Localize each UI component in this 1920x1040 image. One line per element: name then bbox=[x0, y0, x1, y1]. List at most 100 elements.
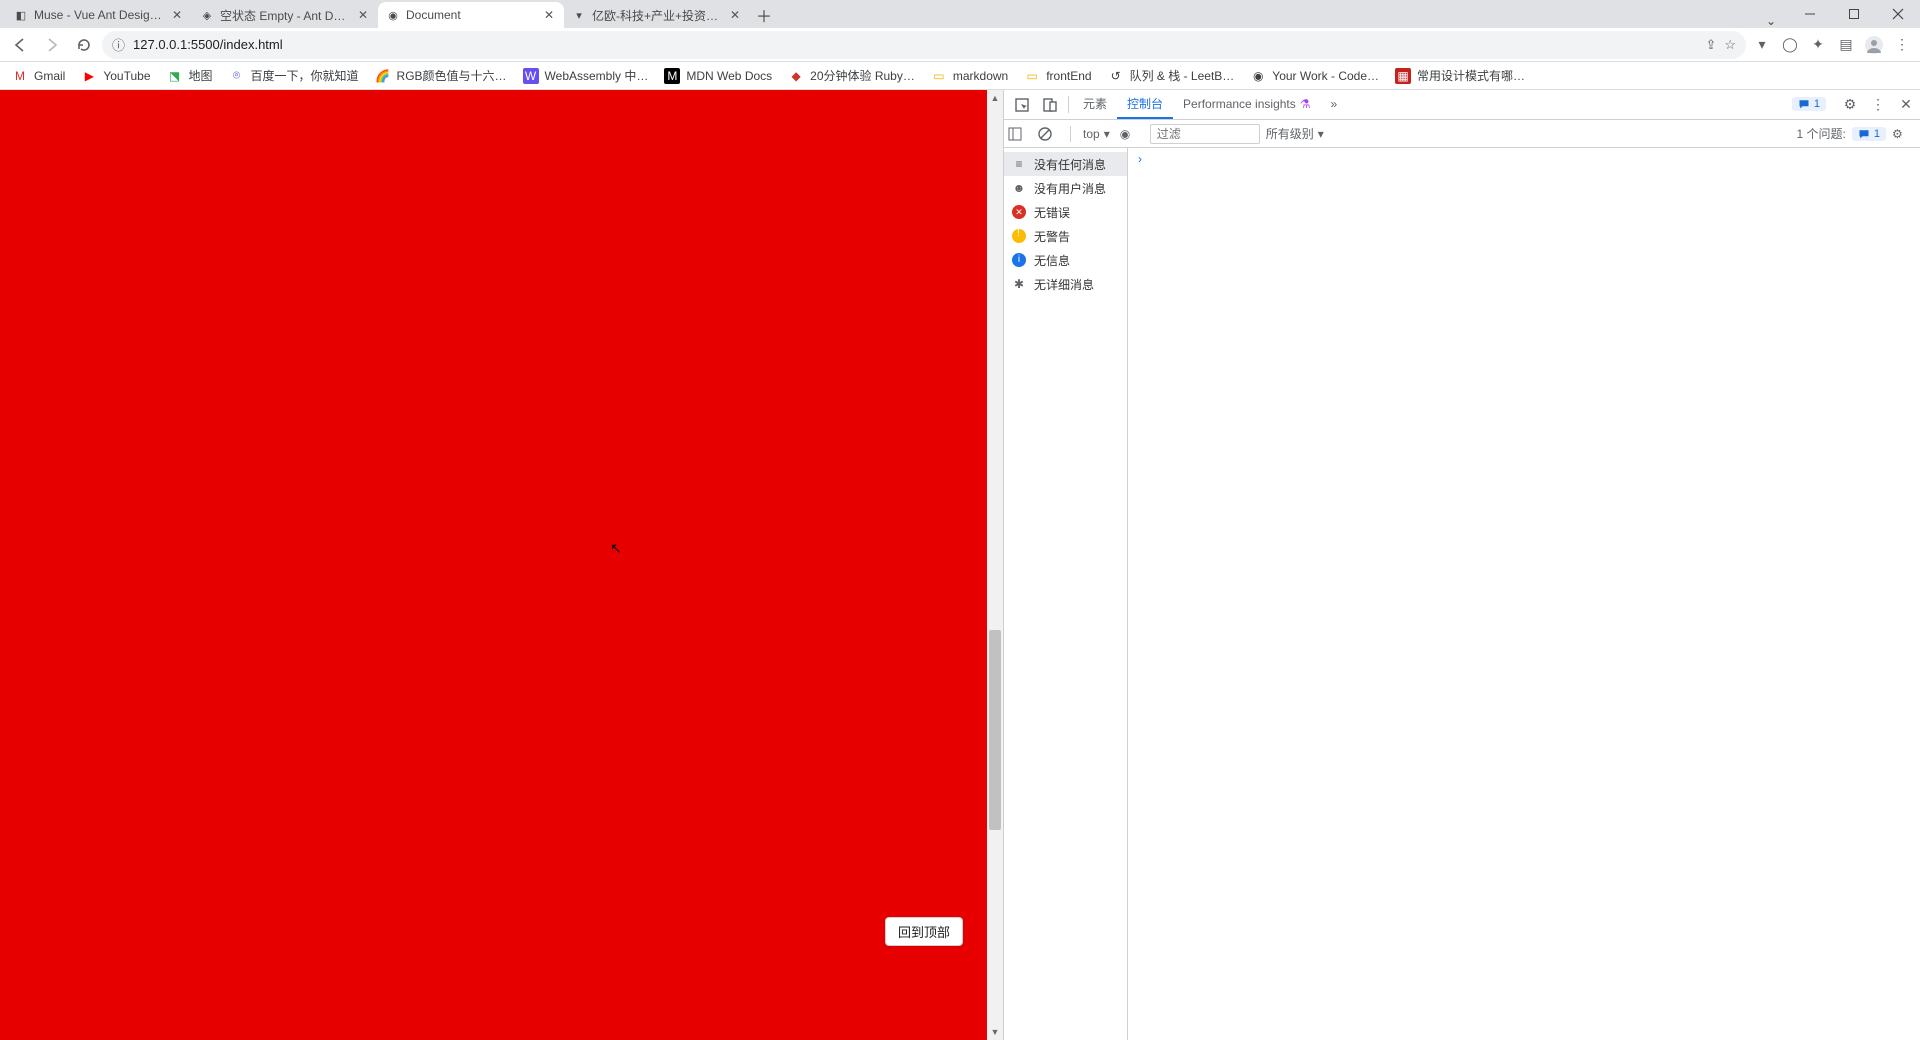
divider bbox=[1070, 126, 1071, 142]
badge-count: 1 bbox=[1814, 98, 1820, 110]
device-toggle-button[interactable] bbox=[1036, 90, 1064, 119]
bookmark-item[interactable]: ▶ YouTube bbox=[75, 64, 156, 88]
bookmark-item[interactable]: MGmail bbox=[6, 64, 71, 88]
sidebar-label: 无警告 bbox=[1034, 228, 1070, 245]
clear-console-button[interactable] bbox=[1038, 127, 1062, 141]
console-sidebar: ≡ 没有任何消息 ☻ 没有用户消息 ✕ 无错误 无警告 i 无信息 bbox=[1004, 148, 1128, 1040]
bookmark-label: YouTube bbox=[103, 69, 150, 83]
sidebar-item-info[interactable]: i 无信息 bbox=[1004, 248, 1127, 272]
content-row: 回到顶部 ↖ ▲ ▼ 元素 控制台 Performance insights ⚗ … bbox=[0, 90, 1920, 1040]
extensions-button[interactable]: ✦ bbox=[1806, 33, 1830, 57]
back-to-top-button[interactable]: 回到顶部 bbox=[885, 917, 963, 946]
context-label: top bbox=[1083, 127, 1100, 141]
tab-elements[interactable]: 元素 bbox=[1073, 90, 1117, 119]
minimize-button[interactable] bbox=[1788, 0, 1832, 28]
close-icon[interactable]: ✕ bbox=[728, 8, 742, 22]
browser-tab-0[interactable]: ◧ Muse - Vue Ant Design Dashb ✕ bbox=[6, 2, 192, 28]
address-bar[interactable]: ⓘ 127.0.0.1:5500/index.html ⇪ ☆ bbox=[102, 31, 1746, 59]
ext-icon-3[interactable]: ▤ bbox=[1834, 33, 1858, 57]
bookmark-label: MDN Web Docs bbox=[686, 69, 772, 83]
devtools-settings-button[interactable]: ⚙ bbox=[1836, 90, 1864, 119]
console-body: ≡ 没有任何消息 ☻ 没有用户消息 ✕ 无错误 无警告 i 无信息 bbox=[1004, 148, 1920, 1040]
bookmark-label: 地图 bbox=[189, 67, 213, 84]
sidebar-item-all[interactable]: ≡ 没有任何消息 bbox=[1004, 152, 1127, 176]
new-tab-button[interactable]: ＋ bbox=[750, 2, 778, 28]
issues-count: 1 bbox=[1874, 128, 1880, 140]
bookmark-item[interactable]: MMDN Web Docs bbox=[658, 64, 778, 88]
ext-icon-1[interactable]: ▾ bbox=[1750, 33, 1774, 57]
bookmark-label: markdown bbox=[953, 69, 1008, 83]
bookmark-item[interactable]: ▦常用设计模式有哪… bbox=[1389, 64, 1531, 88]
sidebar-item-user[interactable]: ☻ 没有用户消息 bbox=[1004, 176, 1127, 200]
tab-label: Performance insights bbox=[1183, 97, 1296, 111]
bookmark-item[interactable]: ◉Your Work - Code… bbox=[1244, 64, 1385, 88]
sidebar-item-warnings[interactable]: 无警告 bbox=[1004, 224, 1127, 248]
page-viewport-wrap: 回到顶部 ↖ ▲ ▼ bbox=[0, 90, 1004, 1040]
sidebar-label: 没有用户消息 bbox=[1034, 180, 1106, 197]
bookmark-item[interactable]: ▭frontEnd bbox=[1018, 64, 1097, 88]
close-icon[interactable]: ✕ bbox=[170, 8, 184, 22]
sidebar-item-verbose[interactable]: ✱ 无详细消息 bbox=[1004, 272, 1127, 296]
scroll-up-icon[interactable]: ▲ bbox=[987, 90, 1003, 106]
back-button[interactable] bbox=[6, 31, 34, 59]
error-icon: ✕ bbox=[1012, 205, 1026, 219]
live-expression-button[interactable]: ◉ bbox=[1120, 127, 1144, 141]
bookmark-icon: M bbox=[12, 68, 28, 84]
vertical-scrollbar[interactable]: ▲ ▼ bbox=[987, 90, 1003, 1040]
browser-tab-2[interactable]: ◉ Document ✕ bbox=[378, 2, 564, 28]
window-close-button[interactable] bbox=[1876, 0, 1920, 28]
bookmark-icon: ◆ bbox=[788, 68, 804, 84]
favicon-icon: ◈ bbox=[200, 8, 214, 22]
bookmark-item[interactable]: ⬔地图 bbox=[161, 64, 219, 88]
tab-more[interactable]: » bbox=[1321, 90, 1348, 119]
console-output[interactable]: › bbox=[1128, 148, 1920, 1040]
url-text: 127.0.0.1:5500/index.html bbox=[133, 37, 1697, 52]
tab-performance-insights[interactable]: Performance insights ⚗ bbox=[1173, 90, 1320, 119]
sidebar-label: 无错误 bbox=[1034, 204, 1070, 221]
toggle-sidebar-button[interactable] bbox=[1008, 127, 1032, 141]
devtools-tabbar: 元素 控制台 Performance insights ⚗ » 1 ⚙ ⋮ ✕ bbox=[1004, 90, 1920, 120]
info-icon: i bbox=[1012, 253, 1026, 267]
tab-console[interactable]: 控制台 bbox=[1117, 90, 1173, 119]
scroll-down-icon[interactable]: ▼ bbox=[987, 1024, 1003, 1040]
profile-avatar[interactable] bbox=[1862, 33, 1886, 57]
bookmark-item[interactable]: ⌾百度一下，你就知道 bbox=[223, 64, 365, 88]
issues-indicator[interactable]: 1 个问题: 1 bbox=[1797, 125, 1886, 142]
bookmark-star-icon[interactable]: ☆ bbox=[1724, 37, 1736, 53]
bookmark-item[interactable]: ▭markdown bbox=[925, 64, 1014, 88]
bookmark-item[interactable]: WWebAssembly 中… bbox=[517, 64, 655, 88]
bookmark-item[interactable]: ↺队列 & 栈 - LeetB… bbox=[1102, 64, 1241, 88]
bookmark-icon: ▶ bbox=[81, 68, 97, 84]
scrollbar-thumb[interactable] bbox=[989, 630, 1001, 830]
extension-icons: ▾ ◯ ✦ ▤ ⋮ bbox=[1750, 33, 1914, 57]
bookmark-item[interactable]: 🌈 RGB颜色值与十六… bbox=[369, 64, 513, 88]
inspect-element-button[interactable] bbox=[1008, 90, 1036, 119]
browser-tab-1[interactable]: ◈ 空状态 Empty - Ant Design Vu ✕ bbox=[192, 2, 378, 28]
beaker-icon: ⚗ bbox=[1300, 97, 1311, 111]
browser-tab-3[interactable]: ▾ 亿欧-科技+产业+投资信息平台 ✕ bbox=[564, 2, 750, 28]
bookmark-item[interactable]: ◆20分钟体验 Ruby… bbox=[782, 64, 921, 88]
devtools-menu-button[interactable]: ⋮ bbox=[1864, 90, 1892, 119]
reload-button[interactable] bbox=[70, 31, 98, 59]
messages-badge[interactable]: 1 bbox=[1782, 90, 1836, 119]
bookmark-label: RGB颜色值与十六… bbox=[397, 67, 507, 84]
tab-title: Muse - Vue Ant Design Dashb bbox=[34, 8, 164, 22]
log-levels-selector[interactable]: 所有级别 ▾ bbox=[1266, 125, 1324, 142]
tab-overflow-button[interactable]: ⌄ bbox=[1754, 14, 1788, 28]
execution-context-selector[interactable]: top ▾ bbox=[1079, 127, 1114, 141]
maximize-button[interactable] bbox=[1832, 0, 1876, 28]
bookmark-icon: 🌈 bbox=[375, 68, 391, 84]
site-info-icon[interactable]: ⓘ bbox=[112, 35, 125, 54]
close-icon[interactable]: ✕ bbox=[542, 8, 556, 22]
page-viewport[interactable]: 回到顶部 ↖ bbox=[0, 90, 987, 1040]
ext-icon-2[interactable]: ◯ bbox=[1778, 33, 1802, 57]
console-settings-button[interactable]: ⚙ bbox=[1892, 127, 1916, 141]
chrome-menu-button[interactable]: ⋮ bbox=[1890, 33, 1914, 57]
share-icon[interactable]: ⇪ bbox=[1705, 37, 1716, 53]
filter-input[interactable] bbox=[1150, 124, 1260, 144]
forward-button[interactable] bbox=[38, 31, 66, 59]
close-icon[interactable]: ✕ bbox=[356, 8, 370, 22]
devtools-close-button[interactable]: ✕ bbox=[1892, 90, 1920, 119]
sidebar-item-errors[interactable]: ✕ 无错误 bbox=[1004, 200, 1127, 224]
tab-label: 控制台 bbox=[1127, 95, 1163, 112]
